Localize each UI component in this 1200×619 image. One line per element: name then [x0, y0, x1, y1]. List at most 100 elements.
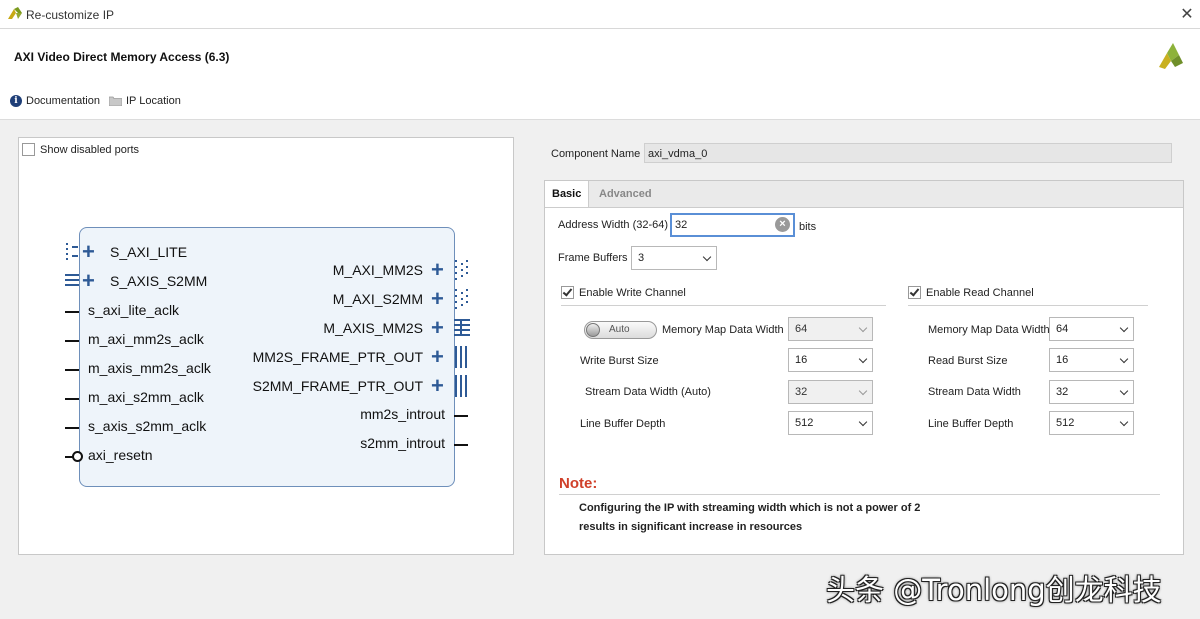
bus-lines-icon	[454, 319, 470, 336]
tab-basic[interactable]: Basic	[545, 181, 590, 207]
watermark: 头条 @Tronlong创龙科技	[826, 573, 1162, 607]
enable-write-channel-checkbox[interactable]	[561, 286, 574, 299]
write-mm-width-label: Memory Map Data Width	[662, 324, 784, 336]
chevron-down-icon	[1119, 386, 1129, 396]
right-port-label: S2MM_FRAME_PTR_OUT	[252, 378, 423, 394]
chevron-down-icon	[1119, 417, 1129, 427]
address-width-input[interactable]: 32 ×	[670, 213, 795, 237]
expand-bus-icon[interactable]: +	[431, 317, 444, 339]
info-icon: i	[10, 95, 22, 107]
expand-bus-icon[interactable]: +	[431, 259, 444, 281]
left-port-label: s_axi_lite_aclk	[88, 302, 180, 318]
chevron-down-icon	[702, 252, 712, 262]
tab-bar: Basic Advanced	[545, 181, 1183, 208]
address-width-value: 32	[675, 219, 688, 231]
port-wire	[65, 427, 79, 429]
right-port-label: M_AXI_S2MM	[332, 291, 423, 307]
left-port-label: m_axi_s2mm_aclk	[88, 389, 204, 405]
left-port-label: S_AXI_LITE	[110, 244, 188, 260]
enable-read-channel-label: Enable Read Channel	[926, 286, 1034, 299]
left-port-label: m_axi_mm2s_aclk	[88, 331, 204, 347]
auto-toggle-label: Auto	[609, 324, 630, 335]
read-burst-value: 16	[1056, 354, 1069, 366]
xilinx-brand-icon	[1159, 43, 1183, 69]
chevron-down-icon	[1119, 354, 1129, 364]
tab-advanced[interactable]: Advanced	[592, 181, 659, 207]
port-wire	[454, 444, 468, 446]
close-icon[interactable]: ✕	[1178, 4, 1196, 24]
expand-bus-icon[interactable]: +	[431, 375, 444, 397]
write-channel-separator	[561, 305, 886, 306]
ip-location-label: IP Location	[126, 95, 181, 107]
write-burst-select[interactable]: 16	[788, 348, 873, 372]
left-port-label: s_axis_s2mm_aclk	[88, 418, 207, 434]
write-burst-label: Write Burst Size	[580, 355, 659, 367]
vivado-logo-icon	[8, 7, 22, 19]
bus-lines-icon	[455, 289, 468, 309]
write-stream-width-label: Stream Data Width (Auto)	[585, 386, 711, 398]
address-width-unit: bits	[799, 221, 817, 233]
bus-lines-icon	[455, 260, 468, 280]
ip-location-link[interactable]: IP Location	[109, 95, 181, 107]
show-disabled-ports-checkbox[interactable]	[22, 143, 35, 156]
right-port-label: s2mm_introut	[360, 435, 445, 451]
chevron-down-icon	[858, 323, 868, 333]
active-low-icon	[72, 451, 83, 462]
address-width-label: Address Width (32-64)	[558, 219, 669, 231]
read-stream-width-label: Stream Data Width	[928, 386, 1021, 398]
show-disabled-ports-option[interactable]: Show disabled ports	[22, 143, 139, 156]
chevron-down-icon	[858, 386, 868, 396]
read-line-buffer-label: Line Buffer Depth	[928, 418, 1014, 430]
enable-write-channel-label: Enable Write Channel	[579, 286, 686, 299]
enable-write-channel-option[interactable]: Enable Write Channel	[561, 286, 686, 299]
bus-lines-icon	[455, 375, 467, 397]
port-wire	[454, 415, 468, 417]
write-burst-value: 16	[795, 354, 808, 366]
bus-lines-icon	[66, 243, 78, 260]
chevron-down-icon	[1119, 323, 1129, 333]
ip-symbol-panel: Show disabled ports + S_AXI_LITE + S_AXIS_S…	[18, 137, 514, 555]
right-port-label: mm2s_introut	[360, 406, 445, 422]
expand-bus-icon[interactable]: +	[82, 241, 95, 263]
read-mm-width-label: Memory Map Data Width	[928, 324, 1050, 336]
note-line-2: results in significant increase in resou…	[579, 521, 803, 533]
ip-title: AXI Video Direct Memory Access (6.3)	[14, 50, 230, 64]
bus-lines-icon	[455, 346, 467, 368]
auto-toggle[interactable]: Auto	[584, 321, 657, 339]
show-disabled-ports-label: Show disabled ports	[40, 143, 140, 156]
documentation-link[interactable]: i Documentation	[10, 95, 100, 107]
left-port-label: axi_resetn	[88, 447, 153, 463]
component-name-field[interactable]: axi_vdma_0	[644, 143, 1172, 163]
read-line-buffer-select[interactable]: 512	[1049, 411, 1134, 435]
read-mm-width-select[interactable]: 64	[1049, 317, 1134, 341]
right-port-label: MM2S_FRAME_PTR_OUT	[252, 349, 423, 365]
read-stream-width-select[interactable]: 32	[1049, 380, 1134, 404]
read-burst-select[interactable]: 16	[1049, 348, 1134, 372]
enable-read-channel-option[interactable]: Enable Read Channel	[908, 286, 1034, 299]
expand-bus-icon[interactable]: +	[431, 346, 444, 368]
chevron-down-icon	[858, 417, 868, 427]
write-stream-width-select: 32	[788, 380, 873, 404]
chevron-down-icon	[858, 354, 868, 364]
read-burst-label: Read Burst Size	[928, 355, 1008, 367]
port-wire	[65, 398, 79, 400]
bus-lines-icon	[65, 274, 79, 286]
documentation-label: Documentation	[26, 95, 100, 107]
frame-buffers-select[interactable]: 3	[631, 246, 717, 270]
ip-header: AXI Video Direct Memory Access (6.3)	[0, 29, 1200, 89]
clear-icon[interactable]: ×	[775, 217, 790, 232]
frame-buffers-label: Frame Buffers	[558, 252, 628, 264]
write-line-buffer-select[interactable]: 512	[788, 411, 873, 435]
left-port-label: S_AXIS_S2MM	[110, 273, 208, 289]
expand-bus-icon[interactable]: +	[82, 270, 95, 292]
read-stream-width-value: 32	[1056, 386, 1069, 398]
enable-read-channel-checkbox[interactable]	[908, 286, 921, 299]
right-port-label: M_AXI_MM2S	[332, 262, 423, 278]
title-bar: Re-customize IP ✕	[0, 0, 1200, 29]
write-stream-width-value: 32	[795, 386, 808, 398]
write-line-buffer-value: 512	[795, 417, 814, 429]
expand-bus-icon[interactable]: +	[431, 288, 444, 310]
doc-links-bar: i Documentation IP Location	[0, 89, 1200, 120]
port-wire	[65, 311, 79, 313]
note-line-1: Configuring the IP with streaming width …	[579, 502, 921, 514]
